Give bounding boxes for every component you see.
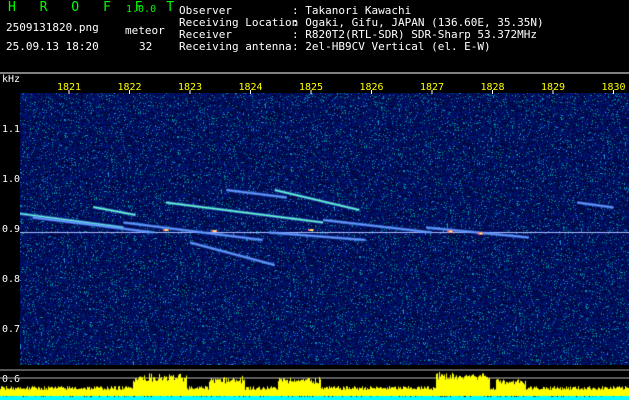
spectrogram-grid (0, 72, 629, 379)
signal-strength-plot (0, 365, 629, 400)
